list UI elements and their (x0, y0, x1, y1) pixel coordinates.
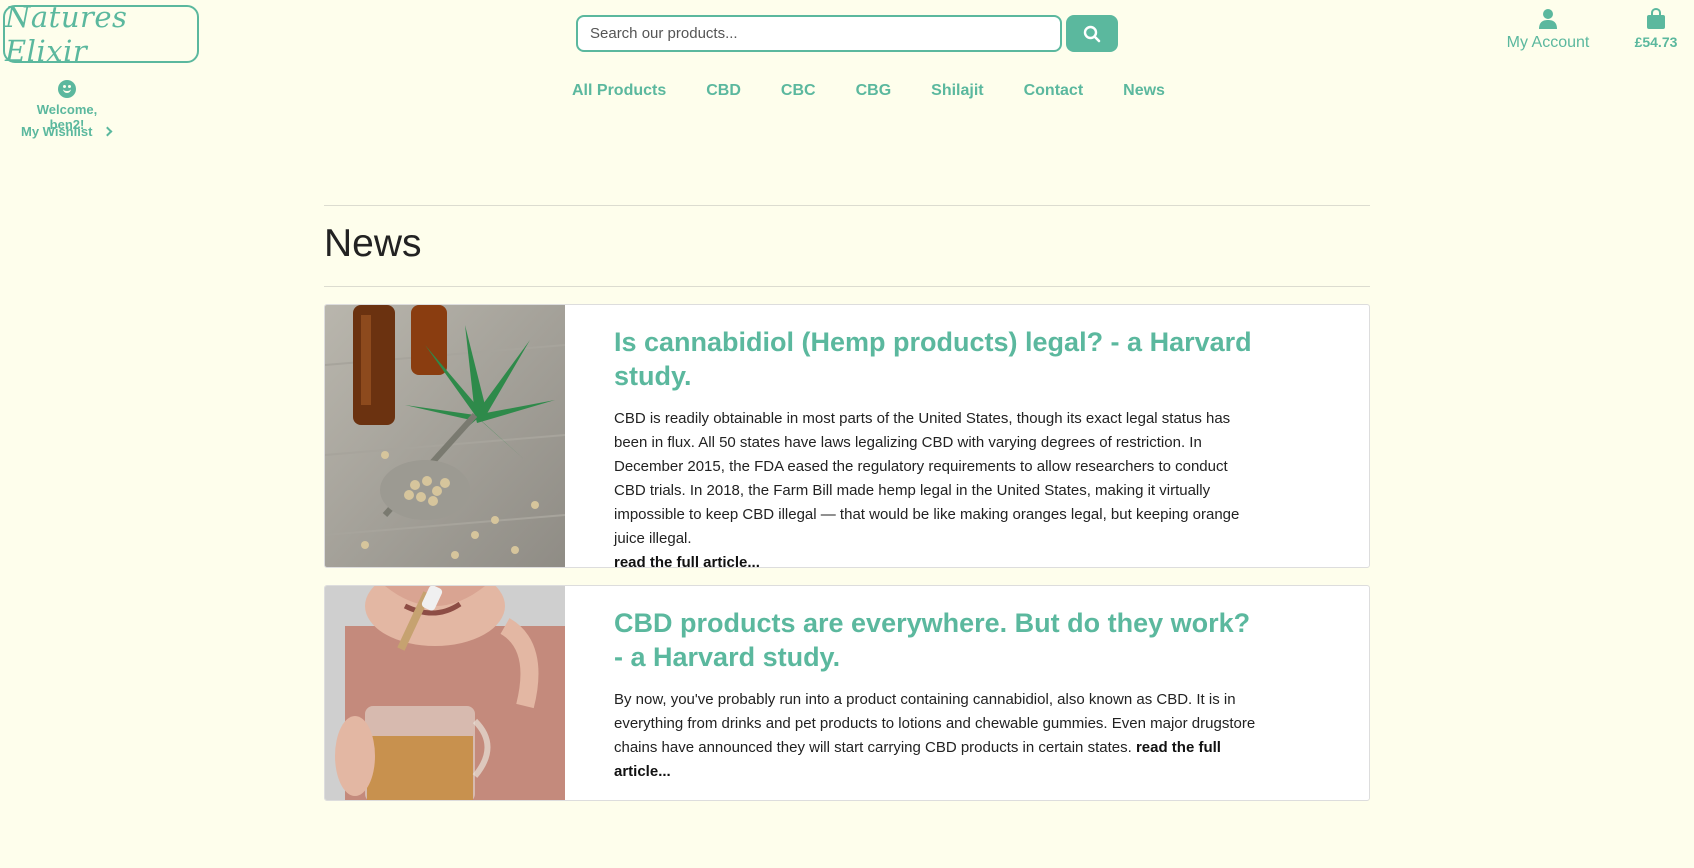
nav-all-products[interactable]: All Products (572, 82, 666, 100)
article-body: Is cannabidiol (Hemp products) legal? - … (565, 305, 1369, 567)
article-title[interactable]: CBD products are everywhere. But do they… (614, 606, 1259, 674)
divider (324, 205, 1370, 206)
search-icon (1083, 25, 1101, 42)
nav-cbc[interactable]: CBC (781, 82, 816, 100)
read-more-link[interactable]: read the full article... (614, 554, 760, 567)
article-card: Is cannabidiol (Hemp products) legal? - … (324, 304, 1370, 568)
nav-cbd[interactable]: CBD (706, 82, 741, 100)
shopping-bag-icon (1647, 8, 1665, 29)
article-excerpt: By now, you've probably run into a produ… (614, 688, 1259, 784)
search-bar (576, 15, 1118, 52)
cart-link[interactable]: £54.73 (1624, 8, 1688, 50)
wishlist-link[interactable]: My Wishlist (21, 124, 113, 139)
cbd-dropper-photo-icon (325, 586, 565, 800)
nav-shilajit[interactable]: Shilajit (931, 82, 983, 100)
article-card: CBD products are everywhere. But do they… (324, 585, 1370, 801)
user-icon (1539, 9, 1557, 29)
article-body: CBD products are everywhere. But do they… (565, 586, 1369, 800)
article-excerpt: CBD is readily obtainable in most parts … (614, 407, 1259, 567)
nav-contact[interactable]: Contact (1024, 82, 1084, 100)
article-image-dropper[interactable] (325, 586, 565, 800)
main-nav: All Products CBD CBC CBG Shilajit Contac… (572, 82, 1165, 100)
article-text: CBD is readily obtainable in most parts … (614, 410, 1240, 547)
divider (324, 286, 1370, 287)
cart-total: £54.73 (1634, 34, 1678, 50)
wishlist-label: My Wishlist (21, 124, 93, 139)
my-account-label: My Account (1506, 34, 1590, 51)
article-title[interactable]: Is cannabidiol (Hemp products) legal? - … (614, 325, 1259, 393)
search-input[interactable] (576, 15, 1062, 52)
search-button[interactable] (1066, 15, 1118, 52)
chevron-right-icon (102, 126, 113, 137)
nav-news[interactable]: News (1123, 82, 1165, 100)
hemp-photo-icon (325, 305, 565, 567)
smile-icon (58, 80, 76, 98)
logo[interactable]: Natures Elixir (3, 0, 199, 68)
my-account-link[interactable]: My Account (1502, 8, 1594, 52)
nav-cbg[interactable]: CBG (856, 82, 892, 100)
page-title: News (324, 222, 422, 265)
article-image-hemp[interactable] (325, 305, 565, 567)
